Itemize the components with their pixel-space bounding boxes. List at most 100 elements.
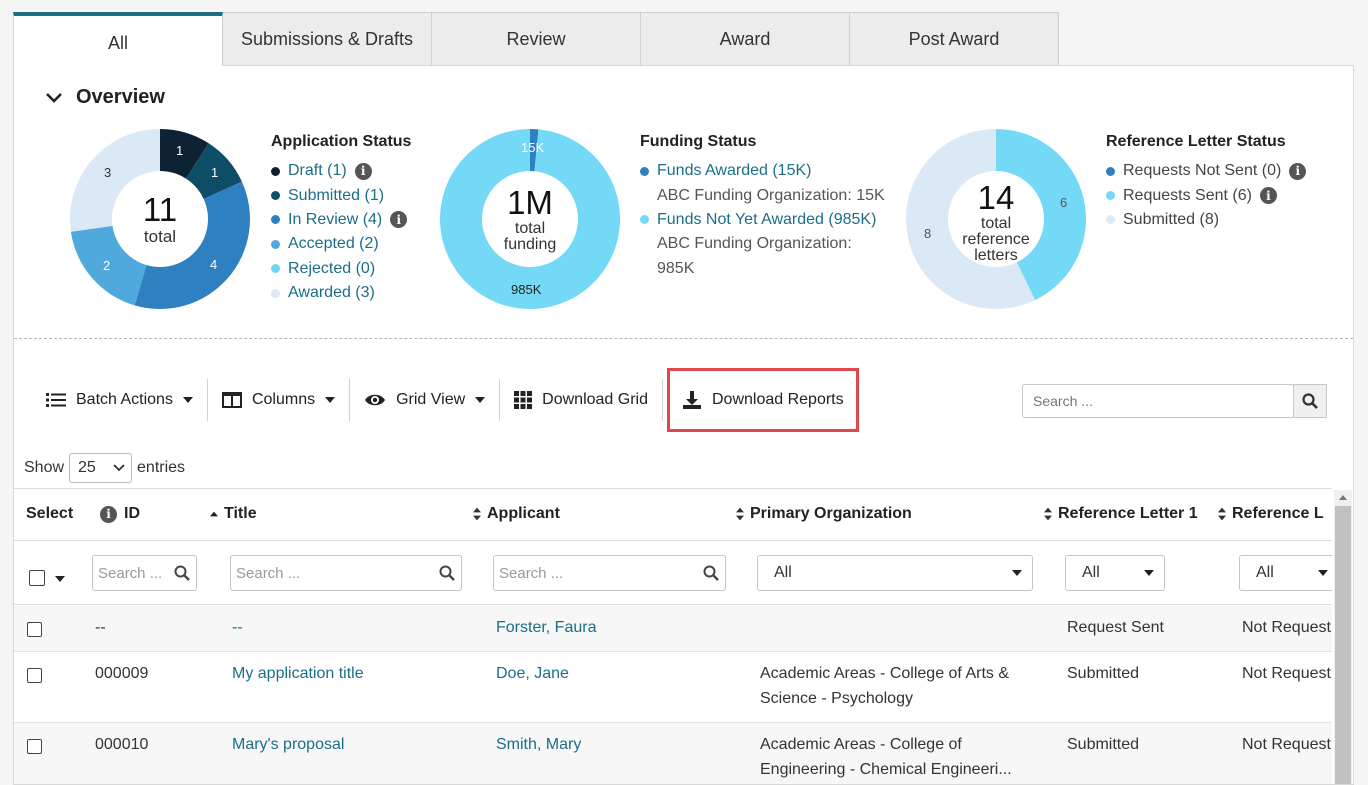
tab-review[interactable]: Review (431, 12, 641, 66)
reference-total-label-3: letters (974, 246, 1018, 264)
grid-view-label: Grid View (396, 391, 466, 408)
download-reports-button[interactable]: Download Reports (666, 368, 859, 432)
columns-button[interactable]: Columns (208, 379, 349, 421)
caret-down-icon (1318, 570, 1328, 576)
tab-all[interactable]: All (13, 12, 223, 66)
segment-label-draft: 1 (176, 143, 184, 158)
legend-dot (271, 288, 280, 298)
search-icon (439, 565, 455, 581)
download-grid-label: Download Grid (542, 391, 648, 408)
application-status-title: Application Status (271, 133, 412, 150)
download-grid-button[interactable]: Download Grid (500, 379, 662, 421)
search-button[interactable] (1293, 384, 1327, 418)
row-checkbox[interactable] (27, 622, 42, 637)
legend-link-accepted[interactable]: Accepted (2) (288, 235, 379, 253)
organization-filter-select[interactable]: All (757, 555, 1033, 591)
reference-letter-2-filter-select[interactable]: All (1239, 555, 1332, 591)
id-search-input[interactable]: Search ... (92, 555, 197, 591)
legend-sub-funds-not-awarded: ABC Funding Organization: (657, 235, 852, 253)
header-reference-letter-1[interactable]: Reference Letter 1 (1044, 505, 1198, 523)
select-all-checkbox[interactable] (29, 570, 45, 586)
cell-organization-line-2: Science - Psychology (760, 690, 913, 707)
cell-applicant[interactable]: Forster, Faura (496, 615, 596, 640)
caret-down-icon (325, 397, 336, 403)
legend-link-submitted[interactable]: Submitted (1) (288, 187, 384, 205)
caret-down-icon (475, 397, 486, 403)
table-row: -- -- Forster, Faura Request Sent Not Re… (14, 606, 1332, 652)
search-icon (174, 565, 190, 581)
show-entries: Show 25 entries (24, 453, 185, 483)
header-title-label: Title (224, 505, 257, 522)
cell-reference-letter-2: Not Request (1242, 736, 1331, 753)
header-organization[interactable]: Primary Organization (736, 505, 912, 523)
reference-status-center: 14 total reference letters (906, 129, 1086, 309)
cell-applicant[interactable]: Doe, Jane (496, 661, 569, 686)
title-search-input[interactable]: Search ... (230, 555, 462, 591)
tab-post-award[interactable]: Post Award (849, 12, 1059, 66)
header-id[interactable]: i ID (100, 505, 140, 523)
reference-status-legend: Reference Letter Status Requests Not Sen… (1106, 133, 1307, 232)
batch-actions-button[interactable]: Batch Actions (44, 379, 207, 421)
cell-reference-letter-1: Submitted (1067, 736, 1140, 753)
funding-status-title: Funding Status (640, 133, 757, 150)
sort-icon (736, 507, 744, 521)
header-applicant[interactable]: Applicant (473, 505, 560, 523)
funding-total-value: 1M (507, 183, 553, 221)
info-icon[interactable]: i (390, 211, 408, 229)
legend-sub-funds-awarded: ABC Funding Organization: 15K (657, 186, 885, 204)
reference-total-label: total (980, 214, 1012, 232)
legend-sub-funds-not-awarded-amount: 985K (657, 259, 695, 277)
page-size-select[interactable]: 25 (69, 453, 133, 483)
header-reference-letter-2[interactable]: Reference L (1218, 505, 1324, 523)
cell-title[interactable]: Mary's proposal (232, 732, 344, 757)
info-icon[interactable]: i (354, 162, 372, 180)
cell-organization: Academic Areas - College of Arts & (760, 665, 1009, 682)
header-title[interactable]: Title (210, 505, 257, 523)
caret-down-icon[interactable] (55, 576, 65, 582)
tab-award[interactable]: Award (640, 12, 850, 66)
scroll-up-icon[interactable] (1339, 495, 1347, 500)
legend-link-funds-awarded[interactable]: Funds Awarded (15K) (657, 162, 811, 180)
applicant-search-input[interactable]: Search ... (493, 555, 726, 591)
legend-dot (1106, 215, 1115, 225)
reference-status-donut: 14 total reference letters 6 8 (906, 129, 1086, 309)
legend-dot (271, 166, 280, 176)
search-input[interactable] (1022, 384, 1294, 418)
scrollbar-thumb[interactable] (1335, 506, 1351, 784)
table-header-row: Select i ID Title Applicant Primary Orga… (14, 489, 1332, 541)
funding-total-label: total (514, 219, 546, 237)
info-icon[interactable]: i (1289, 162, 1307, 180)
legend-item-requests-not-sent: Requests Not Sent (0) i (1106, 159, 1307, 183)
application-status-center: 11 total (70, 129, 250, 309)
download-icon (682, 391, 701, 409)
columns-icon (221, 392, 242, 408)
funding-status-legend: Funding Status Funds Awarded (15K) ABC F… (640, 133, 885, 281)
tab-submissions-drafts[interactable]: Submissions & Drafts (222, 12, 432, 66)
legend-label-requests-sent: Requests Sent (6) (1123, 186, 1252, 204)
info-icon[interactable]: i (1259, 187, 1277, 205)
segment-label-ref-submitted: 8 (924, 226, 932, 241)
segment-label-submitted: 1 (211, 165, 219, 180)
legend-link-in-review[interactable]: In Review (4) (288, 211, 382, 229)
legend-dot (1106, 166, 1115, 176)
info-icon[interactable]: i (100, 505, 117, 523)
reference-letter-1-filter-select[interactable]: All (1065, 555, 1165, 591)
chevron-down-icon (46, 92, 62, 103)
header-organization-label: Primary Organization (750, 505, 912, 522)
cell-applicant[interactable]: Smith, Mary (496, 732, 581, 757)
grid-view-button[interactable]: Grid View (350, 379, 499, 421)
table-row: 000010 Mary's proposal Smith, Mary Acade… (14, 723, 1332, 784)
legend-item-accepted: Accepted (2) (271, 232, 411, 256)
cell-reference-letter-1: Submitted (1067, 665, 1140, 682)
toolbar-separator (661, 379, 663, 421)
legend-link-draft[interactable]: Draft (1) (288, 162, 347, 180)
overview-toggle[interactable]: Overview (44, 86, 165, 109)
row-checkbox[interactable] (27, 668, 42, 683)
legend-link-funds-not-awarded[interactable]: Funds Not Yet Awarded (985K) (657, 211, 876, 229)
legend-link-awarded[interactable]: Awarded (3) (288, 284, 375, 302)
legend-link-rejected[interactable]: Rejected (0) (288, 260, 375, 278)
cell-title[interactable]: -- (232, 615, 243, 640)
search-icon (1302, 393, 1318, 409)
row-checkbox[interactable] (27, 739, 42, 754)
cell-title[interactable]: My application title (232, 661, 364, 686)
